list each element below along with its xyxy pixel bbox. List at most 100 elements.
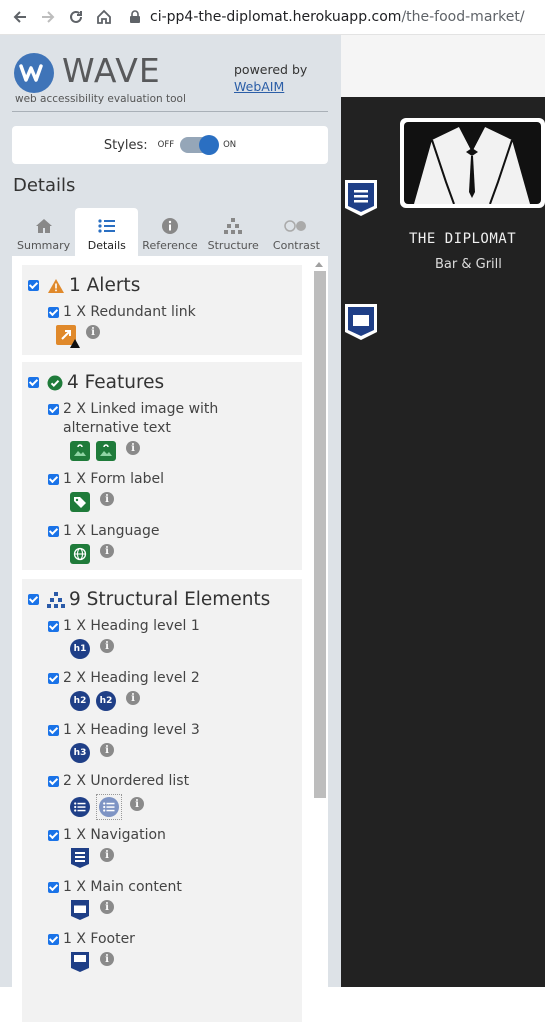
structure-header: 9 Structural Elements	[28, 589, 270, 610]
features-checkbox[interactable]	[28, 377, 39, 388]
tab-details[interactable]: Details	[75, 208, 139, 256]
alerts-header: 1 Alerts	[28, 275, 140, 296]
tab-summary[interactable]: Summary	[12, 208, 75, 256]
structure-tree-icon	[47, 591, 65, 608]
info-icon[interactable]: i	[100, 900, 114, 914]
heading-3-icon[interactable]: h3	[70, 743, 90, 763]
item-checkbox[interactable]	[48, 882, 59, 893]
tab-label: Structure	[207, 239, 259, 252]
item-checkbox[interactable]	[48, 776, 59, 787]
item-checkbox[interactable]	[48, 830, 59, 841]
info-icon[interactable]: i	[100, 492, 114, 506]
info-icon[interactable]: i	[86, 325, 100, 339]
redundant-link-icon[interactable]	[56, 325, 80, 348]
list-item: 2 X Heading level 2 h2 h2 i	[48, 669, 298, 711]
styles-toggle[interactable]	[180, 135, 220, 155]
language-globe-icon[interactable]	[70, 544, 90, 564]
home-icon[interactable]	[90, 3, 118, 31]
wave-logo-icon	[14, 53, 54, 93]
list-item: 1 X Redundant link i	[48, 303, 298, 348]
features-header: 4 Features	[28, 372, 164, 393]
unordered-list-icon-selected[interactable]	[96, 794, 122, 820]
structure-section: 9 Structural Elements 1 X Heading level …	[22, 579, 302, 1022]
heading-2-icon[interactable]: h2	[70, 691, 90, 711]
tab-contrast[interactable]: Contrast	[265, 208, 328, 256]
styles-toggle-box: Styles: OFF ON	[12, 126, 328, 164]
item-checkbox[interactable]	[48, 474, 59, 485]
main-content-icon[interactable]	[70, 900, 90, 920]
structure-title: 9 Structural Elements	[69, 589, 271, 610]
info-icon[interactable]: i	[100, 743, 114, 757]
styles-label: Styles:	[103, 137, 148, 153]
unordered-list-icon[interactable]	[70, 797, 90, 817]
item-checkbox[interactable]	[48, 621, 59, 632]
contrast-icon	[284, 215, 308, 237]
item-label: 1 X Main content	[63, 879, 182, 895]
page-preview: THE DIPLOMAT Bar & Grill	[341, 35, 545, 987]
item-checkbox[interactable]	[48, 307, 59, 318]
details-heading: Details	[13, 175, 76, 196]
item-checkbox[interactable]	[48, 934, 59, 945]
alert-triangle-icon	[47, 278, 65, 294]
form-label-icon[interactable]	[70, 492, 90, 512]
item-checkbox[interactable]	[48, 526, 59, 537]
diplomat-logo[interactable]	[400, 118, 545, 208]
item-checkbox[interactable]	[48, 404, 59, 415]
toggle-on-label: ON	[223, 140, 237, 150]
tab-label: Summary	[17, 239, 71, 252]
scrollbar-thumb[interactable]	[314, 271, 326, 798]
info-icon[interactable]: i	[126, 691, 140, 705]
list-icon	[98, 215, 116, 237]
info-icon[interactable]: i	[130, 797, 144, 811]
lock-icon	[130, 10, 140, 23]
reload-icon[interactable]	[62, 3, 90, 31]
navigation-icon[interactable]	[70, 848, 90, 868]
list-item: 1 X Heading level 1 h1 i	[48, 617, 298, 659]
footer-icon[interactable]	[70, 952, 90, 972]
list-item: 1 X Main content i	[48, 878, 298, 920]
item-label: 1 X Heading level 3	[63, 722, 200, 738]
list-item: 1 X Form label i	[48, 470, 298, 512]
structure-checkbox[interactable]	[28, 594, 39, 605]
item-label: 1 X Navigation	[63, 827, 166, 843]
address-bar[interactable]: ci-pp4-the-diplomat.herokuapp.com/the-fo…	[128, 9, 525, 25]
info-icon[interactable]: i	[126, 441, 140, 455]
wave-header: WAVE web accessibility evaluation tool p…	[0, 35, 341, 113]
header-divider	[12, 111, 328, 112]
alerts-checkbox[interactable]	[28, 280, 39, 291]
tab-reference[interactable]: Reference	[138, 208, 201, 256]
webaim-link[interactable]: WebAIM	[234, 79, 284, 94]
toggle-knob	[199, 135, 220, 155]
item-checkbox[interactable]	[48, 725, 59, 736]
wave-navigation-marker-icon[interactable]	[344, 179, 378, 217]
info-icon[interactable]: i	[100, 544, 114, 558]
info-icon[interactable]: i	[100, 848, 114, 862]
wave-title: WAVE	[62, 51, 161, 90]
brand-name: THE DIPLOMAT	[409, 231, 517, 247]
scroll-up-arrow-icon[interactable]	[315, 262, 323, 267]
structure-icon	[224, 215, 243, 237]
linked-image-icon[interactable]	[70, 441, 90, 461]
home-icon	[35, 215, 53, 237]
info-icon[interactable]: i	[100, 952, 114, 966]
linked-image-icon[interactable]	[96, 441, 116, 461]
heading-2-icon[interactable]: h2	[96, 691, 116, 711]
list-item: 1 X Footer i	[48, 930, 298, 972]
tab-label: Details	[87, 239, 126, 252]
info-icon[interactable]: i	[100, 639, 114, 653]
item-label: 1 X Redundant link	[63, 304, 196, 320]
preview-top-bar	[341, 35, 545, 97]
heading-1-icon[interactable]: h1	[70, 639, 90, 659]
wave-main-content-marker-icon[interactable]	[344, 303, 378, 341]
tab-structure[interactable]: Structure	[202, 208, 265, 256]
unordered-list-icon	[99, 797, 119, 817]
back-arrow-icon[interactable]	[6, 3, 34, 31]
forward-arrow-icon[interactable]	[34, 3, 62, 31]
item-label: 1 X Footer	[63, 931, 135, 947]
powered-by-label: powered by	[234, 62, 308, 77]
details-panel: 1 Alerts 1 X Redundant link i 4 Features…	[12, 256, 328, 1022]
item-checkbox[interactable]	[48, 673, 59, 684]
features-title: 4 Features	[67, 372, 165, 393]
features-section: 4 Features 2 X Linked image with alterna…	[22, 362, 302, 570]
info-icon	[161, 215, 179, 237]
